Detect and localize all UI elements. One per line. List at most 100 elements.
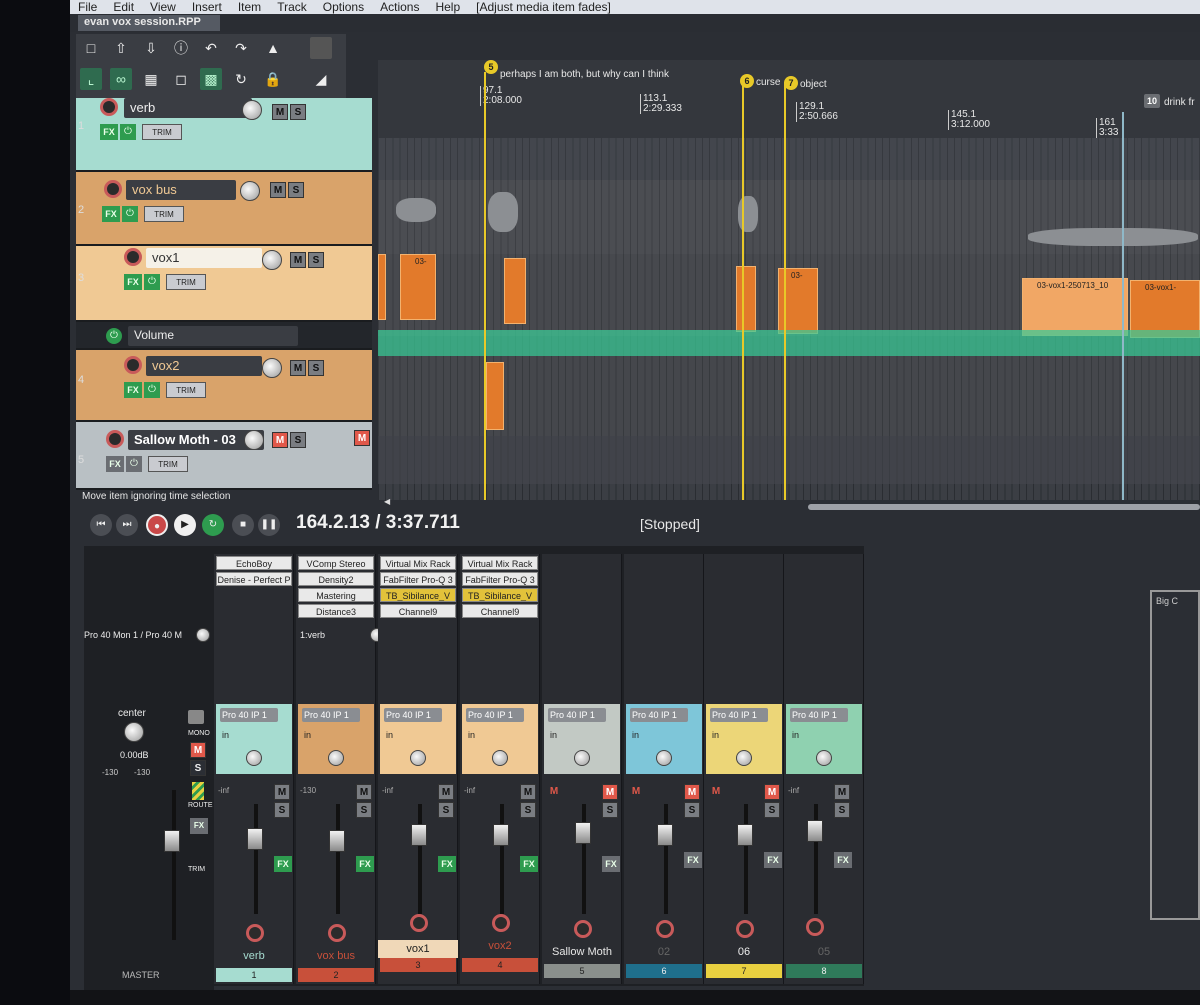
arrange-view[interactable]: 97.1 2:08.000 113.1 2:29.333 129.1 2:50.666…: [378, 60, 1200, 500]
open-project-icon[interactable]: ⇧: [110, 37, 132, 59]
group-icon[interactable]: ◻: [170, 68, 192, 90]
track-4[interactable]: 4 vox2 M S FX ⏻ TRIM: [76, 350, 372, 422]
track-2[interactable]: 2 vox bus M S FX ⏻ TRIM: [76, 172, 372, 246]
loop-icon[interactable]: ↻: [230, 68, 252, 90]
lane-sallow-moth[interactable]: [378, 436, 1200, 484]
io-block[interactable]: Pro 40 IP 1 in: [706, 704, 782, 774]
envelope-icon[interactable]: ◢: [310, 68, 332, 90]
io-block[interactable]: Pro 40 IP 1 in: [216, 704, 292, 774]
record-arm-button[interactable]: [806, 918, 824, 936]
mute-button[interactable]: M: [438, 784, 454, 800]
volume-fader[interactable]: [493, 824, 509, 846]
project-tab[interactable]: evan vox session.RPP: [78, 15, 220, 31]
pan-knob[interactable]: [492, 750, 508, 766]
strip-name[interactable]: 02: [624, 946, 704, 958]
io-block[interactable]: Pro 40 IP 1 in: [380, 704, 456, 774]
strip-name[interactable]: Sallow Moth: [542, 946, 622, 958]
fx-slot[interactable]: Virtual Mix Rack: [462, 556, 538, 570]
menu-edit[interactable]: Edit: [113, 0, 134, 14]
volume-envelope-lane[interactable]: ⏻ Volume: [76, 322, 372, 350]
mute-button[interactable]: M: [520, 784, 536, 800]
master-env-icon[interactable]: [188, 710, 204, 724]
pan-knob[interactable]: [656, 750, 672, 766]
solo-button[interactable]: S: [834, 802, 850, 818]
track-name[interactable]: vox2: [146, 356, 262, 376]
track-3[interactable]: 3 vox1 M S FX ⏻ TRIM: [76, 246, 372, 322]
mute-button[interactable]: M: [274, 784, 290, 800]
lane-vox1[interactable]: 03- 03- 03-vox1-250713_10 03-vox1-: [378, 254, 1200, 338]
track-name[interactable]: vox1: [146, 248, 262, 268]
marker-5[interactable]: 5: [484, 60, 498, 74]
strip-name[interactable]: vox bus: [296, 950, 376, 962]
track-name[interactable]: verb: [124, 98, 252, 118]
solo-button[interactable]: S: [274, 802, 290, 818]
solo-button[interactable]: S: [290, 104, 306, 120]
fx-slot[interactable]: Channel9: [380, 604, 456, 618]
strip-name[interactable]: vox1: [378, 940, 458, 958]
strip-name[interactable]: 06: [704, 946, 784, 958]
fx-slot[interactable]: VComp Stereo: [298, 556, 374, 570]
menu-options[interactable]: Options: [323, 0, 364, 14]
record-arm-button[interactable]: [124, 356, 142, 374]
record-arm-button[interactable]: [328, 924, 346, 942]
solo-button[interactable]: S: [290, 432, 306, 448]
solo-button[interactable]: S: [308, 252, 324, 268]
solo-button[interactable]: S: [520, 802, 536, 818]
fx-slot[interactable]: Channel9: [462, 604, 538, 618]
undo-icon[interactable]: ↶: [200, 37, 222, 59]
mute-button[interactable]: M: [834, 784, 850, 800]
link-icon[interactable]: ∞: [110, 68, 132, 90]
stop-button[interactable]: ■: [232, 514, 254, 536]
record-arm-button[interactable]: [574, 920, 592, 938]
pan-knob[interactable]: [574, 750, 590, 766]
solo-button[interactable]: S: [438, 802, 454, 818]
menu-file[interactable]: File: [78, 0, 97, 14]
menu-insert[interactable]: Insert: [192, 0, 222, 14]
fx-button[interactable]: FX: [520, 856, 538, 872]
mute-button[interactable]: M: [356, 784, 372, 800]
volume-fader[interactable]: [657, 824, 673, 846]
fx-button[interactable]: FX: [100, 124, 118, 140]
fx-slot[interactable]: Distance3: [298, 604, 374, 618]
media-item[interactable]: 03-vox1-250713_10: [1022, 278, 1128, 336]
fx-button[interactable]: FX: [106, 456, 124, 472]
volume-knob[interactable]: [242, 100, 262, 120]
io-block[interactable]: Pro 40 IP 1 in: [298, 704, 374, 774]
media-item[interactable]: [504, 258, 526, 324]
lane-verb[interactable]: [378, 138, 1200, 180]
fx-slot[interactable]: Virtual Mix Rack: [380, 556, 456, 570]
master-trim-button[interactable]: TRIM: [188, 866, 205, 873]
fx-slot[interactable]: Mastering: [298, 588, 374, 602]
io-block[interactable]: Pro 40 IP 1 in: [462, 704, 538, 774]
info-icon[interactable]: ⓘ: [170, 37, 192, 59]
metronome-icon[interactable]: ▲: [262, 37, 284, 59]
marker-10[interactable]: 10: [1144, 94, 1160, 108]
volume-knob[interactable]: [262, 250, 282, 270]
mute-button[interactable]: M: [290, 252, 306, 268]
solo-button[interactable]: S: [356, 802, 372, 818]
master-mute-button[interactable]: M: [190, 742, 206, 758]
trim-button[interactable]: TRIM: [144, 206, 184, 222]
marker-6[interactable]: 6: [740, 74, 754, 88]
record-arm-button[interactable]: [104, 180, 122, 198]
io-block[interactable]: Pro 40 IP 1 in: [626, 704, 702, 774]
fx-button[interactable]: FX: [124, 382, 142, 398]
mono-button[interactable]: MONO: [188, 730, 210, 737]
fx-button[interactable]: FX: [834, 852, 852, 868]
pan-knob[interactable]: [328, 750, 344, 766]
fx-slot[interactable]: Density2: [298, 572, 374, 586]
lock-icon[interactable]: 🔒: [262, 68, 284, 90]
fx-button[interactable]: FX: [274, 856, 292, 872]
redo-icon[interactable]: ↷: [230, 37, 252, 59]
marker-7[interactable]: 7: [784, 76, 798, 90]
menu-actions[interactable]: Actions: [380, 0, 419, 14]
mute-button[interactable]: M: [272, 104, 288, 120]
trim-button[interactable]: TRIM: [166, 274, 206, 290]
ripple-edit-icon[interactable]: ⌞: [80, 68, 102, 90]
solo-button[interactable]: S: [602, 802, 618, 818]
volume-envelope[interactable]: [378, 330, 1200, 356]
mute-button[interactable]: M: [270, 182, 286, 198]
snap-icon[interactable]: ▩: [200, 68, 222, 90]
lane-vox-bus[interactable]: [378, 180, 1200, 254]
go-to-end-icon[interactable]: ⏭: [116, 514, 138, 536]
